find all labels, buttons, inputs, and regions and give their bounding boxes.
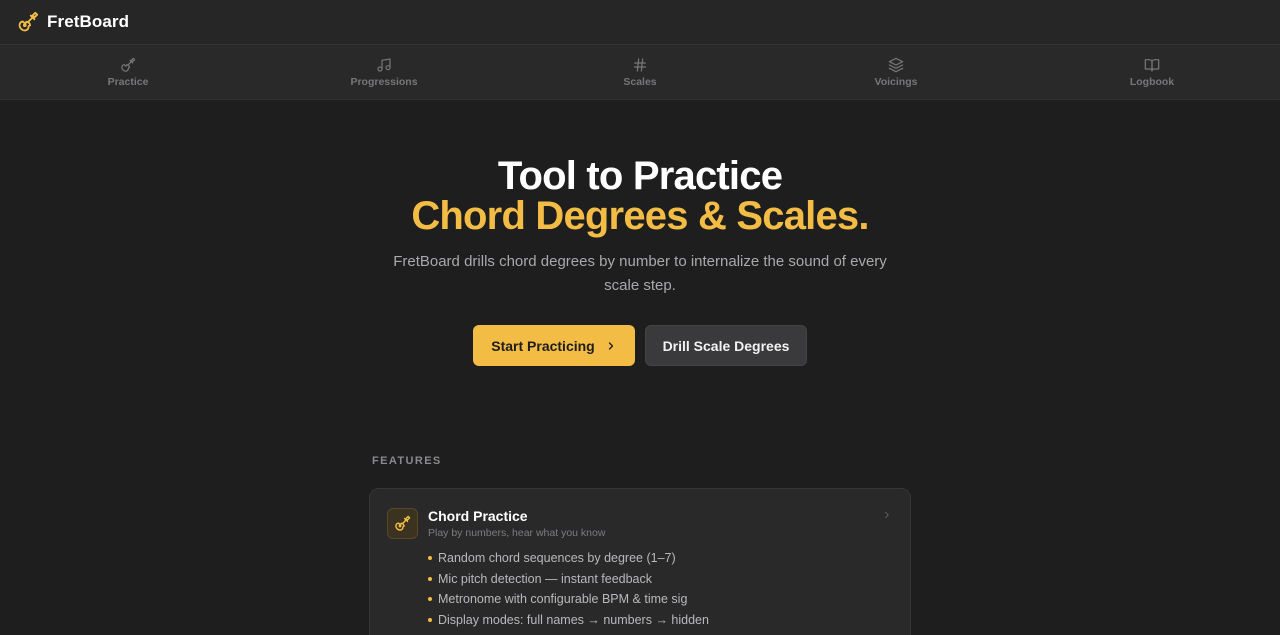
drill-scale-degrees-label: Drill Scale Degrees	[662, 337, 790, 354]
guitar-icon	[120, 57, 136, 73]
nav-label: Scales	[623, 75, 657, 88]
top-bar: FretBoard	[0, 0, 1280, 45]
start-practicing-label: Start Practicing	[491, 337, 595, 354]
feature-list: Random chord sequences by degree (1–7) M…	[428, 550, 709, 632]
guitar-icon[interactable]	[17, 11, 39, 33]
guitar-icon	[387, 508, 418, 539]
list-item: Random chord sequences by degree (1–7)	[428, 550, 709, 571]
nav-label: Progressions	[350, 75, 418, 88]
feature-card-chord-practice[interactable]: Chord Practice Play by numbers, hear wha…	[369, 488, 911, 635]
start-practicing-button[interactable]: Start Practicing	[473, 325, 635, 366]
chevron-right-icon	[882, 510, 892, 520]
nav-item-scales[interactable]: Scales	[512, 45, 768, 99]
list-item: Metronome with configurable BPM & time s…	[428, 591, 709, 612]
nav-item-progressions[interactable]: Progressions	[256, 45, 512, 99]
hero-title-highlight: Chord Degrees & Scales.	[411, 194, 869, 238]
nav-item-practice[interactable]: Practice	[0, 45, 256, 99]
nav-item-logbook[interactable]: Logbook	[1024, 45, 1280, 99]
features-section-label: FEATURES	[372, 455, 442, 467]
drill-scale-degrees-button[interactable]: Drill Scale Degrees	[645, 325, 807, 366]
list-item: Display modes: full names → numbers → hi…	[428, 612, 709, 633]
hero-title: Tool to Practice	[497, 154, 783, 198]
list-item: Mic pitch detection — instant feedback	[428, 571, 709, 592]
music-note-icon	[376, 57, 392, 73]
chevron-right-icon	[605, 340, 617, 352]
nav-item-voicings[interactable]: Voicings	[768, 45, 1024, 99]
layers-icon	[888, 57, 904, 73]
book-icon	[1144, 57, 1160, 73]
app-title[interactable]: FretBoard	[47, 12, 129, 32]
nav-label: Voicings	[874, 75, 918, 88]
main-nav: Practice Progressions Scales Voicings Lo…	[0, 45, 1280, 100]
hero-subtitle: FretBoard drills chord degrees by number…	[393, 253, 887, 294]
feature-card-title: Chord Practice	[428, 508, 528, 524]
feature-card-subtitle: Play by numbers, hear what you know	[428, 527, 606, 539]
nav-label: Logbook	[1129, 75, 1175, 88]
nav-label: Practice	[107, 75, 149, 88]
hash-icon	[632, 57, 648, 73]
